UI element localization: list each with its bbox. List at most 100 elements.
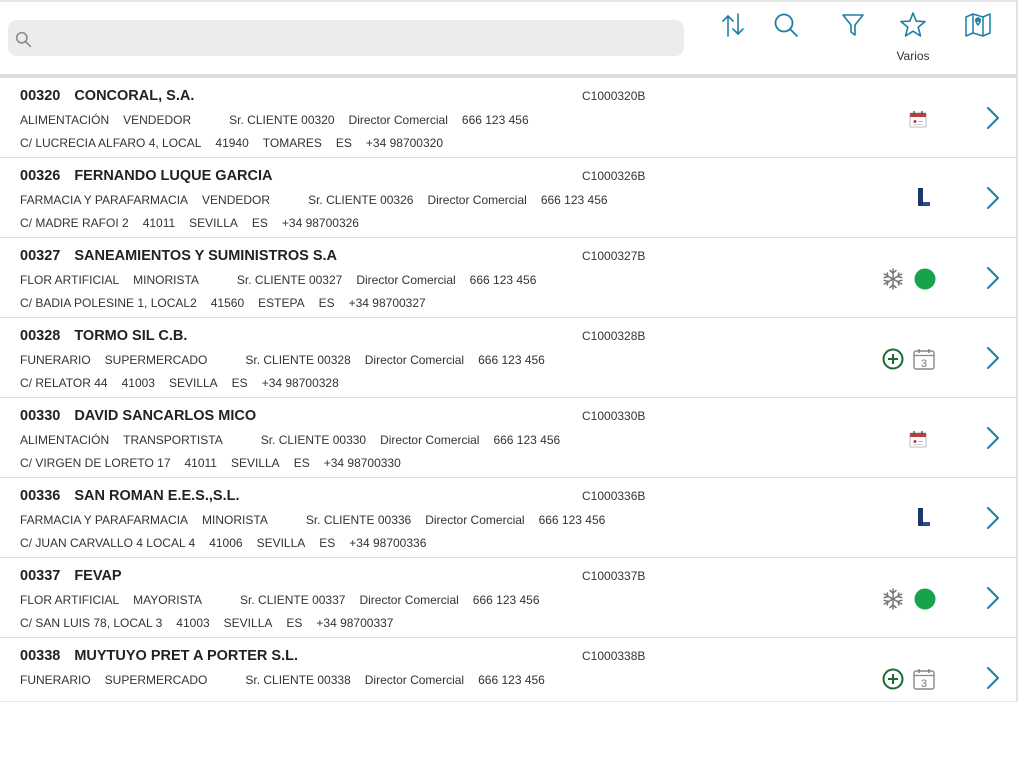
customer-title: 00326 FERNANDO LUQUE GARCIA [20, 168, 273, 184]
customer-row[interactable]: 00326 FERNANDO LUQUE GARCIA C1000326B FARMA… [0, 158, 1016, 238]
customer-row[interactable]: 00337 FEVAP C1000337B FLOR ARTIFICIAL MAYORI… [0, 558, 1016, 638]
customer-country: ES [335, 136, 352, 150]
customer-tel: +34 98700320 [365, 136, 444, 150]
chevron-right-icon[interactable] [984, 105, 1002, 131]
customer-country: ES [293, 456, 310, 470]
customer-sector: FLOR ARTIFICIAL [20, 593, 120, 607]
search-icon [15, 31, 32, 48]
customer-zip: 41940 [215, 136, 249, 150]
customer-role: Director Comercial [427, 193, 527, 207]
customer-address: C/ SAN LUIS 78, LOCAL 3 [20, 616, 163, 630]
customer-address-line: C/ BADIA POLESINE 1, LOCAL2 41560 ESTEPA ES… [20, 296, 440, 310]
customer-details: FLOR ARTIFICIAL MINORISTA Sr. CLIENTE 0032… [20, 273, 550, 287]
customer-row[interactable]: 00330 DAVID SANCARLOS MICO C1000330B ALIMEN… [0, 398, 1016, 478]
map-icon[interactable] [963, 10, 993, 40]
varios-label[interactable]: Varios [888, 49, 938, 63]
customer-sector: FUNERARIO [20, 673, 91, 687]
customer-address-line: C/ JUAN CARVALLO 4 LOCAL 4 41006 SEVILLA ES… [20, 536, 440, 550]
star-icon[interactable] [898, 10, 928, 40]
customer-city: SEVILLA [256, 536, 306, 550]
customer-row[interactable]: 00336 SAN ROMAN E.E.S.,S.L. C1000336B FARMA… [0, 478, 1016, 558]
customer-tel: +34 98700337 [316, 616, 394, 630]
customer-address-line: C/ SAN LUIS 78, LOCAL 3 41003 SEVILLA ES +34… [20, 616, 407, 630]
customer-id: 00336 [20, 488, 61, 504]
customer-contact: Sr. CLIENTE 00328 [245, 353, 351, 367]
customer-phone: 666 123 456 [472, 593, 540, 607]
customer-role: Director Comercial [380, 433, 480, 447]
customer-address: C/ VIRGEN DE LORETO 17 [20, 456, 171, 470]
snowflake-icon [881, 267, 905, 293]
sort-icon[interactable] [718, 10, 748, 40]
customer-details: FARMACIA Y PARAFARMACIA VENDEDOR Sr. CLIEN… [20, 193, 622, 207]
chevron-right-icon[interactable] [984, 505, 1002, 531]
customer-role: Director Comercial [425, 513, 525, 527]
customer-city: SEVILLA [189, 216, 238, 230]
search-input[interactable] [8, 20, 684, 56]
customer-address: C/ RELATOR 44 [20, 376, 108, 390]
chevron-right-icon[interactable] [984, 585, 1002, 611]
customer-phone: 666 123 456 [461, 113, 529, 127]
customer-zip: 41003 [176, 616, 210, 630]
customer-name: TORMO SIL C.B. [74, 328, 188, 344]
customer-title: 00338 MUYTUYO PRET A PORTER S.L. [20, 648, 298, 664]
customer-address: C/ BADIA POLESINE 1, LOCAL2 [20, 296, 197, 310]
customer-type: MINORISTA [133, 273, 199, 287]
customer-address: C/ JUAN CARVALLO 4 LOCAL 4 [20, 536, 196, 550]
search-toolbar-icon[interactable] [771, 10, 801, 40]
customer-tel: +34 98700330 [323, 456, 401, 470]
customer-details: ALIMENTACIÓN VENDEDOR Sr. CLIENTE 00320 Dir… [20, 113, 543, 127]
customer-name: SANEAMIENTOS Y SUMINISTROS S.A [74, 248, 337, 264]
calendar-3-icon: 3 [912, 667, 936, 693]
customer-role: Director Comercial [364, 353, 465, 367]
calendar-red-icon [908, 109, 928, 135]
customer-address-line: C/ MADRE RAFOI 2 41011 SEVILLA ES +34 987003… [20, 216, 373, 230]
customer-code: C1000327B [582, 249, 646, 263]
customer-city: SEVILLA [223, 616, 273, 630]
customer-type: TRANSPORTISTA [123, 433, 223, 447]
customer-row[interactable]: 00327 SANEAMIENTOS Y SUMINISTROS S.A C1000… [0, 238, 1016, 318]
chevron-right-icon[interactable] [984, 265, 1002, 291]
green-dot-icon [914, 588, 936, 614]
customer-country: ES [251, 216, 268, 230]
customer-row[interactable]: 00338 MUYTUYO PRET A PORTER S.L. C1000338B… [0, 638, 1016, 700]
customer-row[interactable]: 00328 TORMO SIL C.B. C1000328B FUNERARIO SUP… [0, 318, 1016, 398]
customer-contact: Sr. CLIENTE 00337 [240, 593, 346, 607]
customer-id: 00326 [20, 168, 61, 184]
customer-list: 00320 CONCORAL, S.A. C1000320B ALIMENTACIÓN… [0, 78, 1016, 700]
l-logo-icon [916, 186, 932, 212]
customer-phone: 666 123 456 [478, 673, 545, 687]
customer-country: ES [319, 536, 336, 550]
customer-zip: 41011 [142, 216, 176, 230]
customer-role: Director Comercial [348, 113, 448, 127]
customer-city: TOMARES [262, 136, 322, 150]
chevron-right-icon[interactable] [984, 665, 1002, 691]
chevron-right-icon[interactable] [984, 185, 1002, 211]
plus-circle-icon [882, 668, 904, 694]
customer-title: 00327 SANEAMIENTOS Y SUMINISTROS S.A [20, 248, 337, 264]
customer-contact: Sr. CLIENTE 00338 [245, 673, 351, 687]
customer-id: 00327 [20, 248, 61, 264]
customer-address: C/ LUCRECIA ALFARO 4, LOCAL [20, 136, 202, 150]
calendar-3-icon: 3 [912, 347, 936, 373]
chevron-right-icon[interactable] [984, 345, 1002, 371]
customer-type: MAYORISTA [133, 593, 203, 607]
customer-sector: ALIMENTACIÓN [20, 433, 110, 447]
green-dot-icon [914, 268, 936, 294]
customer-country: ES [318, 296, 335, 310]
customer-title: 00336 SAN ROMAN E.E.S.,S.L. [20, 488, 240, 504]
customer-type: VENDEDOR [123, 113, 192, 127]
customer-title: 00330 DAVID SANCARLOS MICO [20, 408, 256, 424]
customer-zip: 41006 [209, 536, 243, 550]
chevron-right-icon[interactable] [984, 425, 1002, 451]
filter-icon[interactable] [838, 10, 868, 40]
customer-tel: +34 98700327 [348, 296, 426, 310]
customer-name: SAN ROMAN E.E.S.,S.L. [74, 488, 240, 504]
customer-address-line: C/ RELATOR 44 41003 SEVILLA ES +34 98700328 [20, 376, 353, 390]
customer-row[interactable]: 00320 CONCORAL, S.A. C1000320B ALIMENTACIÓN… [0, 78, 1016, 158]
customer-name: DAVID SANCARLOS MICO [74, 408, 257, 424]
toolbar: Varios [0, 2, 1016, 74]
customer-code: C1000338B [582, 649, 646, 663]
customer-role: Director Comercial [356, 273, 456, 287]
customer-country: ES [286, 616, 303, 630]
snowflake-icon [881, 587, 905, 613]
